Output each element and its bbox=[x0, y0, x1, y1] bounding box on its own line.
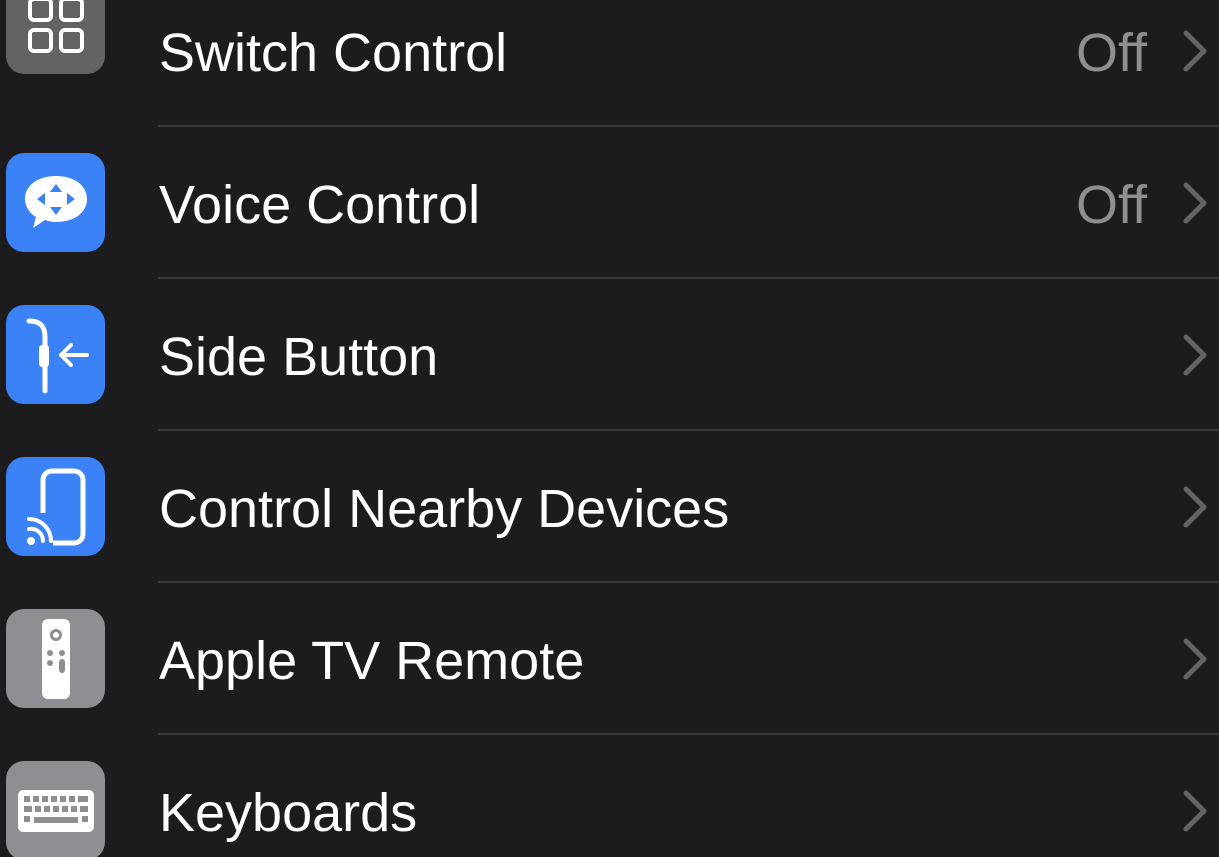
row-control-nearby-devices[interactable]: Control Nearby Devices bbox=[0, 430, 1219, 582]
row-voice-control[interactable]: Voice Control Off bbox=[0, 126, 1219, 278]
chevron-right-icon bbox=[1183, 30, 1207, 72]
row-apple-tv-remote[interactable]: Apple TV Remote bbox=[0, 582, 1219, 734]
row-label: Side Button bbox=[159, 327, 439, 387]
row-value: Off bbox=[1075, 175, 1147, 235]
row-label: Switch Control bbox=[159, 23, 508, 83]
row-switch-control[interactable]: Switch Control Off bbox=[0, 0, 1219, 126]
control-nearby-devices-icon bbox=[6, 457, 105, 556]
chevron-right-icon bbox=[1183, 182, 1207, 224]
row-keyboards[interactable]: Keyboards bbox=[0, 734, 1219, 857]
switch-control-icon bbox=[6, 0, 105, 74]
row-label: Apple TV Remote bbox=[159, 631, 585, 691]
chevron-right-icon bbox=[1183, 486, 1207, 528]
chevron-right-icon bbox=[1183, 334, 1207, 376]
row-value: Off bbox=[1075, 23, 1147, 83]
accessibility-settings-list: Switch Control Off Voice Control Off Sid… bbox=[0, 0, 1219, 857]
apple-tv-remote-icon bbox=[6, 609, 105, 708]
row-side-button[interactable]: Side Button bbox=[0, 278, 1219, 430]
side-button-icon bbox=[6, 305, 105, 404]
row-label: Voice Control bbox=[159, 175, 481, 235]
row-label: Control Nearby Devices bbox=[159, 479, 730, 539]
voice-control-icon bbox=[6, 153, 105, 252]
chevron-right-icon bbox=[1183, 638, 1207, 680]
chevron-right-icon bbox=[1183, 790, 1207, 832]
row-label: Keyboards bbox=[159, 783, 418, 843]
keyboard-icon bbox=[6, 761, 105, 857]
